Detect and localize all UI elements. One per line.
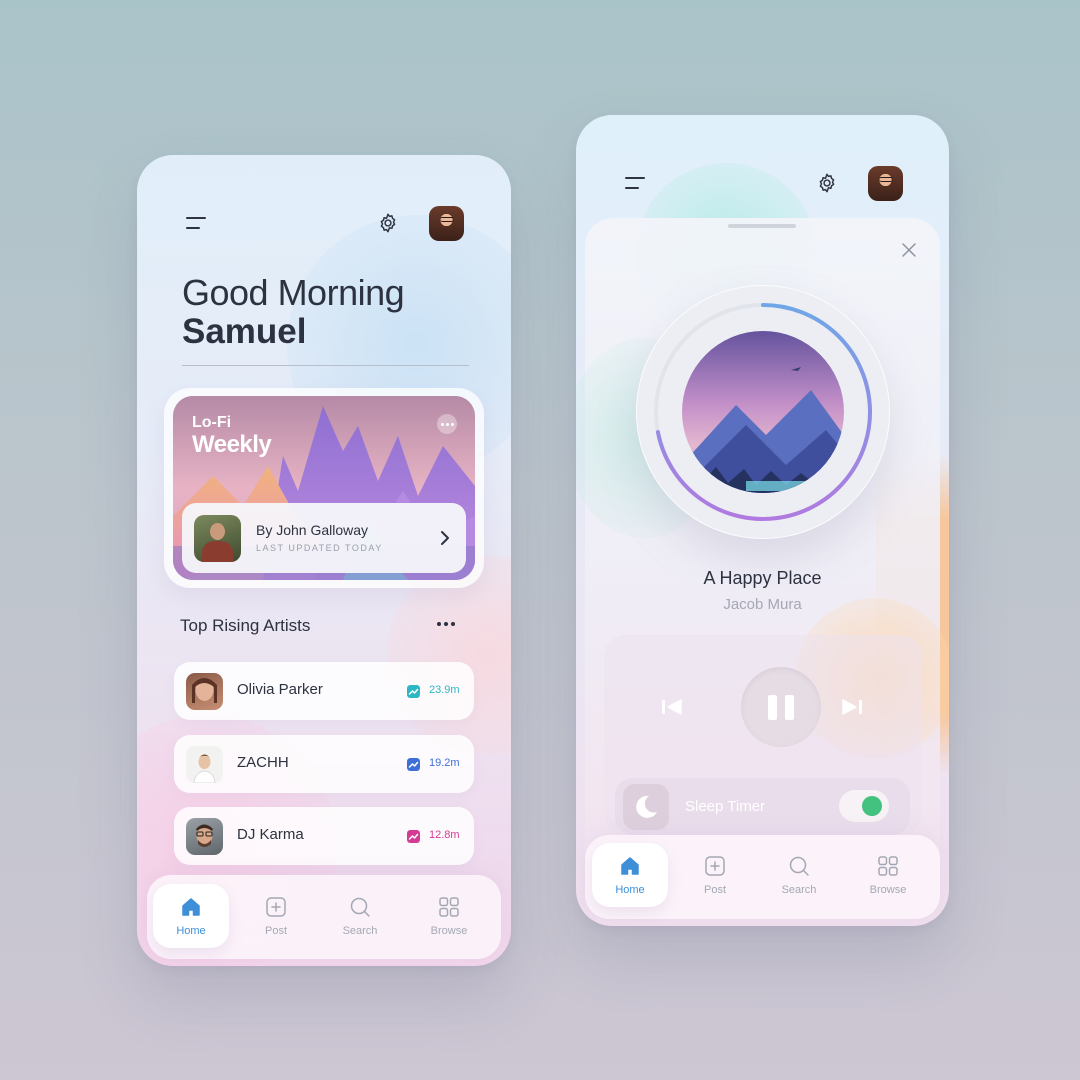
tab-label: Browse — [869, 884, 907, 896]
tab-label: Post — [703, 884, 726, 896]
chevron-right-icon[interactable] — [438, 530, 452, 546]
home-icon — [621, 857, 639, 875]
artist-avatar — [186, 746, 223, 783]
menu-icon[interactable] — [186, 217, 206, 231]
playlist-author-row[interactable]: By John Galloway LAST UPDATED TODAY — [182, 503, 466, 573]
plus-square-icon — [266, 897, 286, 917]
playback-controls: Sleep Timer — [604, 635, 922, 835]
tab-label: Post — [264, 925, 287, 937]
author-name: By John Galloway — [256, 522, 369, 538]
tab-search[interactable]: Search — [761, 843, 837, 907]
tab-label: Home — [176, 925, 206, 937]
tab-home[interactable]: Home — [153, 884, 229, 948]
search-icon — [350, 897, 370, 917]
tab-browse[interactable]: Browse — [411, 884, 487, 948]
artist-listener-count: 19.2m — [429, 757, 460, 769]
trending-up-icon — [407, 685, 420, 698]
featured-playlist-card[interactable]: Lo-Fi Weekly By John Galloway LAST UPDAT… — [164, 388, 484, 588]
home-screen: Good Morning Samuel Lo-Fi Weekly By John… — [137, 155, 511, 966]
section-title: Top Rising Artists — [180, 616, 311, 635]
artist-listener-count: 12.8m — [429, 829, 460, 841]
tab-post[interactable]: Post — [238, 884, 314, 948]
playlist-title-line1: Lo-Fi — [192, 414, 232, 431]
last-updated-label: LAST UPDATED TODAY — [256, 543, 383, 553]
section-more-button[interactable] — [437, 622, 455, 626]
user-avatar[interactable] — [429, 206, 464, 241]
artist-avatar — [186, 673, 223, 710]
song-artist[interactable]: Jacob Mura — [585, 596, 940, 613]
sleep-timer-label: Sleep Timer — [685, 798, 766, 815]
user-name: Samuel — [182, 312, 307, 351]
close-icon[interactable] — [901, 242, 917, 258]
sheet-grab-handle[interactable] — [728, 224, 796, 228]
artist-listener-count: 23.9m — [429, 684, 460, 696]
player-screen: A Happy Place Jacob Mura Sleep Timer Hom… — [576, 115, 949, 926]
artist-name: Olivia Parker — [237, 681, 323, 698]
tab-home[interactable]: Home — [592, 843, 668, 907]
artist-avatar — [186, 818, 223, 855]
artist-row[interactable]: Olivia Parker 23.9m — [174, 662, 474, 720]
gear-icon[interactable] — [816, 172, 838, 194]
artist-row[interactable]: ZACHH 19.2m — [174, 735, 474, 793]
tab-label: Search — [342, 925, 378, 937]
artist-name: DJ Karma — [237, 826, 304, 843]
artist-name: ZACHH — [237, 754, 289, 771]
sleep-timer-row[interactable]: Sleep Timer — [615, 778, 910, 835]
home-icon — [182, 898, 200, 916]
plus-square-icon — [705, 856, 725, 876]
tab-label: Home — [615, 884, 645, 896]
moon-icon — [636, 795, 657, 818]
song-title: A Happy Place — [703, 568, 822, 588]
next-track-icon[interactable] — [840, 698, 864, 716]
artist-row[interactable]: DJ Karma 12.8m — [174, 807, 474, 865]
divider — [182, 365, 469, 366]
toggle-knob — [862, 796, 882, 816]
progress-ring[interactable] — [636, 285, 890, 539]
album-artwork — [682, 331, 844, 493]
bottom-tab-bar: Home Post Search Browse — [147, 875, 501, 959]
grid-icon — [878, 856, 898, 876]
more-options-button[interactable] — [437, 414, 457, 434]
tab-post[interactable]: Post — [677, 843, 753, 907]
playlist-artwork[interactable]: Lo-Fi Weekly By John Galloway LAST UPDAT… — [173, 396, 475, 580]
tab-label: Search — [781, 884, 817, 896]
playlist-title-line2: Weekly — [192, 431, 272, 458]
trending-up-icon — [407, 758, 420, 771]
sleep-timer-icon-box — [623, 784, 669, 830]
tab-search[interactable]: Search — [322, 884, 398, 948]
search-icon — [789, 856, 809, 876]
album-disc — [636, 285, 890, 539]
menu-icon[interactable] — [625, 177, 645, 191]
trending-up-icon — [407, 830, 420, 843]
previous-track-icon[interactable] — [660, 698, 684, 716]
now-playing-sheet: A Happy Place Jacob Mura Sleep Timer — [576, 218, 949, 918]
gear-icon[interactable] — [377, 212, 399, 234]
tab-label: Browse — [430, 925, 468, 937]
grid-icon — [439, 897, 459, 917]
user-avatar[interactable] — [868, 166, 903, 201]
bottom-tab-bar: Home Post Search Browse — [585, 835, 940, 919]
sleep-timer-toggle[interactable] — [839, 790, 889, 822]
author-photo — [194, 515, 241, 562]
tab-browse[interactable]: Browse — [850, 843, 926, 907]
greeting-text: Good Morning — [182, 272, 405, 313]
pause-button[interactable] — [741, 667, 821, 747]
